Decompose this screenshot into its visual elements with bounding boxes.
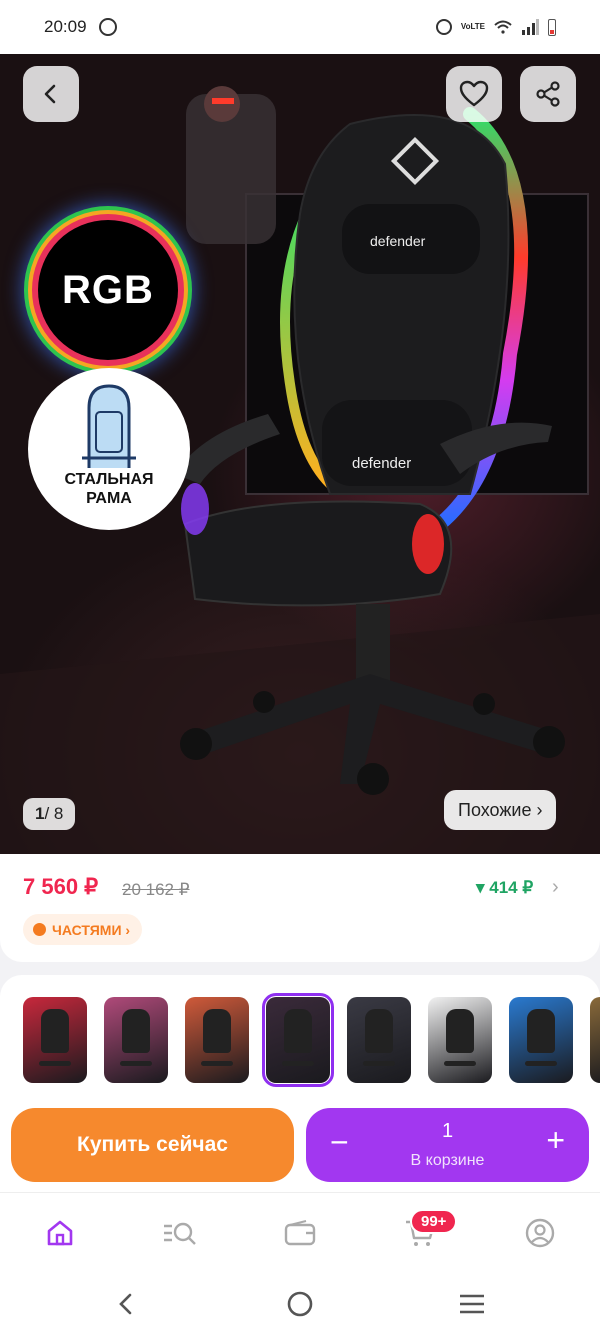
buy-now-button[interactable]: Купить сейчас [11,1108,294,1182]
nav-profile[interactable] [520,1213,560,1253]
variant-thumbnail[interactable] [590,997,600,1083]
old-price: 20 162 ₽ [122,880,190,899]
price-card: 7 560 ₽ 20 162 ₽ ▾ 414 ₽ › ЧАСТЯМИ › [0,854,600,962]
chair-icon [203,1009,231,1053]
system-nav-bar [0,1272,600,1332]
system-home-button[interactable] [284,1288,316,1320]
image-counter-total: / 8 [44,804,64,823]
alarm-icon [435,19,452,35]
status-time: 20:09 [44,17,87,36]
nav-catalog[interactable] [160,1213,200,1253]
nav-home[interactable] [40,1213,80,1253]
chair-frame-icon [82,384,136,468]
share-button[interactable] [520,66,576,122]
variant-thumbnail[interactable] [428,997,492,1083]
chair-base-icon [525,1061,557,1066]
current-price: 7 560 ₽ [23,874,99,899]
chair-icon [122,1009,150,1053]
installments-label: ЧАСТЯМИ › [52,921,131,938]
chair-base-icon [39,1061,71,1066]
variant-thumbnail[interactable] [23,997,87,1083]
nav-wallet[interactable] [280,1213,320,1253]
chair-base-icon [120,1061,152,1066]
brand-label-top: defender [370,233,426,249]
chair-base-icon [201,1061,233,1066]
wifi-icon [494,20,512,34]
pie-icon [33,923,46,936]
cart-badge: 99+ [410,1209,458,1234]
chair-icon [446,1009,474,1053]
wallet-icon [284,1220,316,1246]
chair-icon [284,1009,312,1053]
product-gallery[interactable]: defender defender RGB СТАЛЬНАЯ РАМА 1 / … [0,54,600,854]
chevron-left-icon [44,84,56,104]
chair-base-icon [363,1061,395,1066]
image-counter: 1 / 8 [23,798,76,830]
brand-label-lumbar: defender [352,455,411,472]
bottom-nav: 99+ [0,1192,600,1272]
price-drop[interactable]: ▾ 414 ₽ [476,878,533,898]
rgb-badge: RGB [38,220,178,360]
color-variants [0,975,600,1100]
chair-base-icon [444,1061,476,1066]
profile-icon [525,1218,555,1248]
status-icons: VoLTE [435,18,556,36]
variant-thumbnail[interactable] [347,997,411,1083]
cart-stepper: − 1 В корзине + [306,1108,589,1182]
battery-icon [548,18,556,36]
variant-thumbnail[interactable] [104,997,168,1083]
product-screen: 20:09 VoLTE defender defender RGB СТАЛЬН… [0,0,600,1332]
action-bar: Купить сейчас − 1 В корзине + [0,1100,600,1192]
system-home-icon [287,1291,313,1317]
volte-icon: VoLTE [460,22,485,31]
system-back-button[interactable] [110,1288,142,1320]
whatsapp-icon [98,18,117,36]
steel-frame-badge: СТАЛЬНАЯ РАМА [28,368,190,530]
catalog-search-icon [164,1222,196,1245]
system-recents-button[interactable] [456,1288,488,1320]
signal-icon [522,19,539,35]
rgb-badge-label: RGB [62,267,154,312]
heart-icon [459,80,489,107]
installments-button[interactable]: ЧАСТЯМИ › [23,914,143,945]
home-icon [47,1220,73,1246]
steel-badge-line2: РАМА [86,490,132,507]
similar-button[interactable]: Похожие › [444,790,557,830]
variant-thumbnail[interactable] [509,997,573,1083]
variant-thumbnail[interactable] [185,997,249,1083]
chevron-right-icon[interactable]: › [552,876,559,899]
image-counter-current: 1 [35,804,45,823]
chair-base-icon [282,1061,314,1066]
system-back-icon [119,1293,132,1315]
favorite-button[interactable] [446,66,502,122]
chair-icon [527,1009,555,1053]
chair-icon [365,1009,393,1053]
share-icon [536,81,560,107]
back-button[interactable] [23,66,79,122]
status-bar: 20:09 VoLTE [0,0,600,54]
increase-qty-button[interactable]: + [546,1124,565,1156]
chair-icon [41,1009,69,1053]
variant-thumbnail[interactable] [262,993,334,1087]
menu-icon [460,1294,484,1314]
